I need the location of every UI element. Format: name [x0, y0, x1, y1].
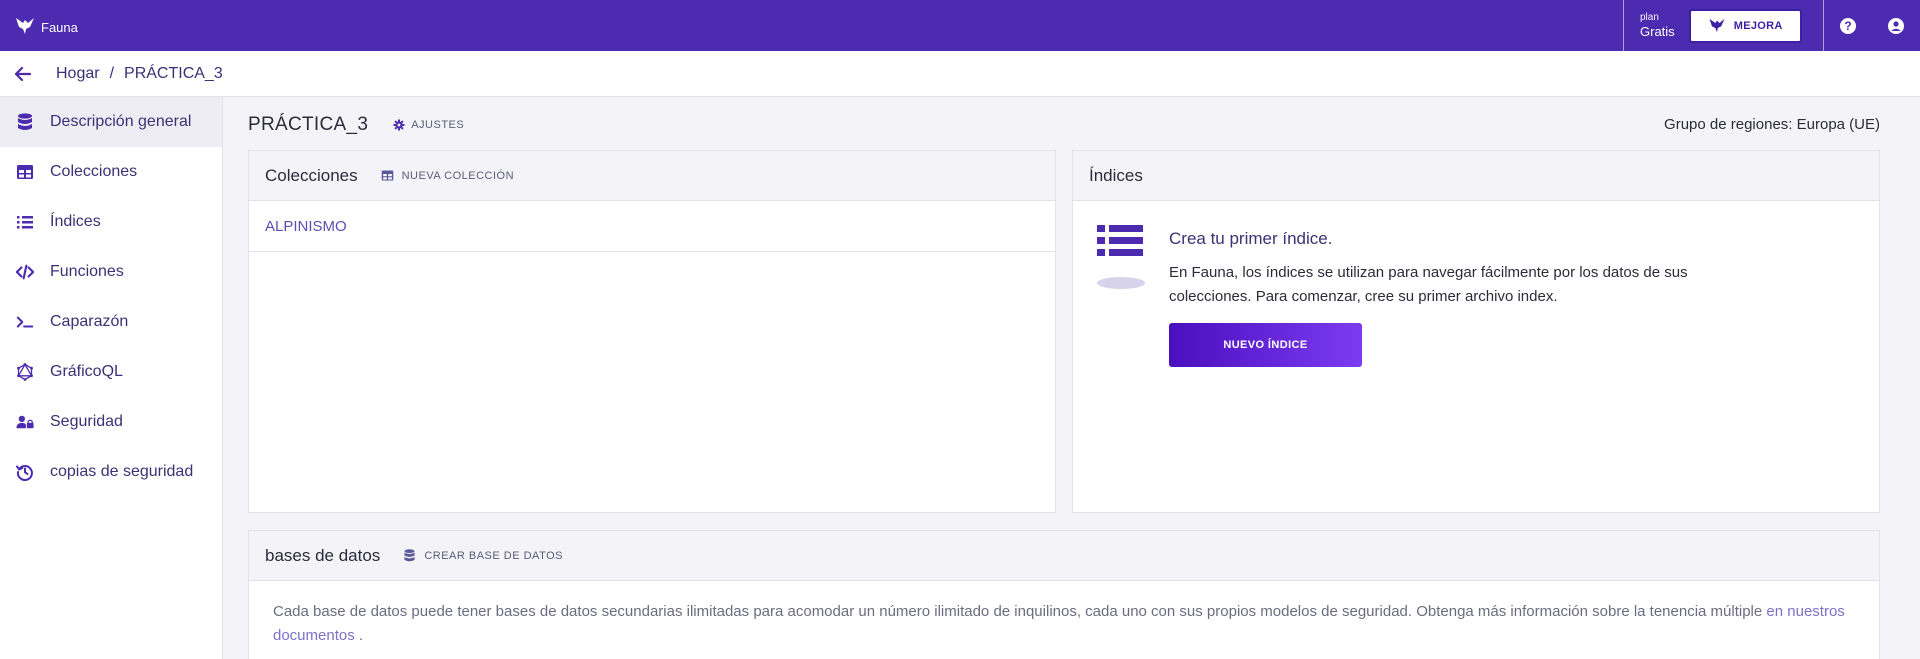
sidebar-item-label: Índices — [50, 213, 101, 230]
brand-name: Fauna — [41, 20, 78, 35]
databases-title: bases de datos — [265, 545, 381, 565]
sidebar-item-overview[interactable]: Descripción general — [0, 97, 222, 147]
main-content: PRÁCTICA_3 AJUSTES Grupo de regiones: Eu… — [223, 97, 1920, 659]
history-icon — [15, 462, 35, 482]
sidebar-item-label: Descripción general — [50, 113, 192, 130]
region-group: Grupo de regiones: Europa (UE) — [1664, 116, 1880, 133]
sidebar-item-collections[interactable]: Colecciones — [0, 147, 222, 197]
graphql-icon — [15, 362, 35, 382]
sidebar: Descripción general Colecciones Índices … — [0, 97, 223, 659]
upgrade-label: MEJORA — [1733, 19, 1783, 32]
sidebar-item-label: Caparazón — [50, 313, 129, 330]
databases-trailing: . — [354, 627, 364, 644]
databases-description: Cada base de datos puede tener bases de … — [249, 581, 1879, 648]
settings-link[interactable]: AJUSTES — [393, 119, 464, 131]
plan-box: plan Gratis MEJORA — [1623, 0, 1824, 51]
index-empty-heading: Crea tu primer índice. — [1169, 229, 1333, 248]
index-empty-description: En Fauna, los índices se utilizan para n… — [1169, 264, 1688, 305]
sidebar-item-functions[interactable]: Funciones — [0, 247, 222, 297]
terminal-icon — [15, 312, 35, 332]
back-arrow-icon[interactable] — [0, 66, 46, 81]
new-collection-label: NUEVA COLECCIÓN — [401, 169, 515, 182]
collection-item[interactable]: ALPINISMO — [249, 201, 1055, 252]
index-list-illustration-icon — [1097, 225, 1145, 289]
create-database-button[interactable]: CREAR BASE DE DATOS — [403, 549, 563, 562]
sidebar-item-label: GráficoQL — [50, 363, 123, 380]
sidebar-item-graphql[interactable]: GráficoQL — [0, 347, 222, 397]
sidebar-item-security[interactable]: Seguridad — [0, 397, 222, 447]
sidebar-item-label: Funciones — [50, 263, 124, 280]
top-bar: Fauna plan Gratis MEJORA ? — [0, 0, 1920, 51]
list-icon — [15, 212, 35, 232]
code-icon — [15, 262, 35, 282]
question-circle-icon: ? — [1840, 17, 1856, 34]
databases-card: bases de datos CREAR BASE DE DATOS Cada … — [248, 530, 1880, 659]
upgrade-button[interactable]: MEJORA — [1688, 8, 1802, 43]
settings-label: AJUSTES — [411, 119, 465, 131]
breadcrumb-current[interactable]: PRÁCTICA_3 — [124, 65, 223, 83]
fauna-bird-icon — [1709, 18, 1725, 33]
breadcrumb-home[interactable]: Hogar — [56, 65, 100, 83]
databases-text: Cada base de datos puede tener bases de … — [273, 603, 1763, 620]
breadcrumb-separator: / — [109, 64, 115, 82]
sidebar-item-backups[interactable]: copias de seguridad — [0, 447, 222, 497]
account-button[interactable] — [1872, 0, 1920, 51]
collections-title: Colecciones — [265, 165, 358, 185]
page-title: PRÁCTICA_3 — [248, 114, 369, 135]
table-icon — [381, 170, 393, 181]
plan-label: plan — [1640, 11, 1659, 23]
table-icon — [15, 162, 35, 182]
breadcrumb: Hogar / PRÁCTICA_3 — [0, 51, 1920, 97]
collections-card: Colecciones NUEVA COLECCIÓN ALPINISMO — [248, 150, 1056, 513]
sidebar-item-shell[interactable]: Caparazón — [0, 297, 222, 347]
indexes-title: Índices — [1089, 165, 1143, 185]
sidebar-item-indexes[interactable]: Índices — [0, 197, 222, 247]
help-button[interactable]: ? — [1824, 0, 1872, 51]
new-index-button[interactable]: NUEVO ÍNDICE — [1169, 323, 1362, 367]
gear-icon — [393, 119, 405, 131]
sidebar-item-label: copias de seguridad — [50, 463, 194, 480]
fauna-logo-icon — [16, 17, 34, 34]
indexes-card: Índices Crea tu primer índice. En Fauna,… — [1072, 150, 1880, 513]
sidebar-item-label: Seguridad — [50, 413, 123, 430]
new-collection-button[interactable]: NUEVA COLECCIÓN — [381, 169, 514, 182]
sidebar-item-label: Colecciones — [50, 163, 138, 180]
brand[interactable]: Fauna — [0, 0, 78, 51]
database-icon — [15, 112, 35, 132]
user-circle-icon — [1888, 17, 1904, 34]
create-database-label: CREAR BASE DE DATOS — [424, 549, 563, 562]
plan-value: Gratis — [1640, 23, 1675, 39]
database-icon — [404, 549, 415, 562]
user-lock-icon — [15, 412, 35, 432]
